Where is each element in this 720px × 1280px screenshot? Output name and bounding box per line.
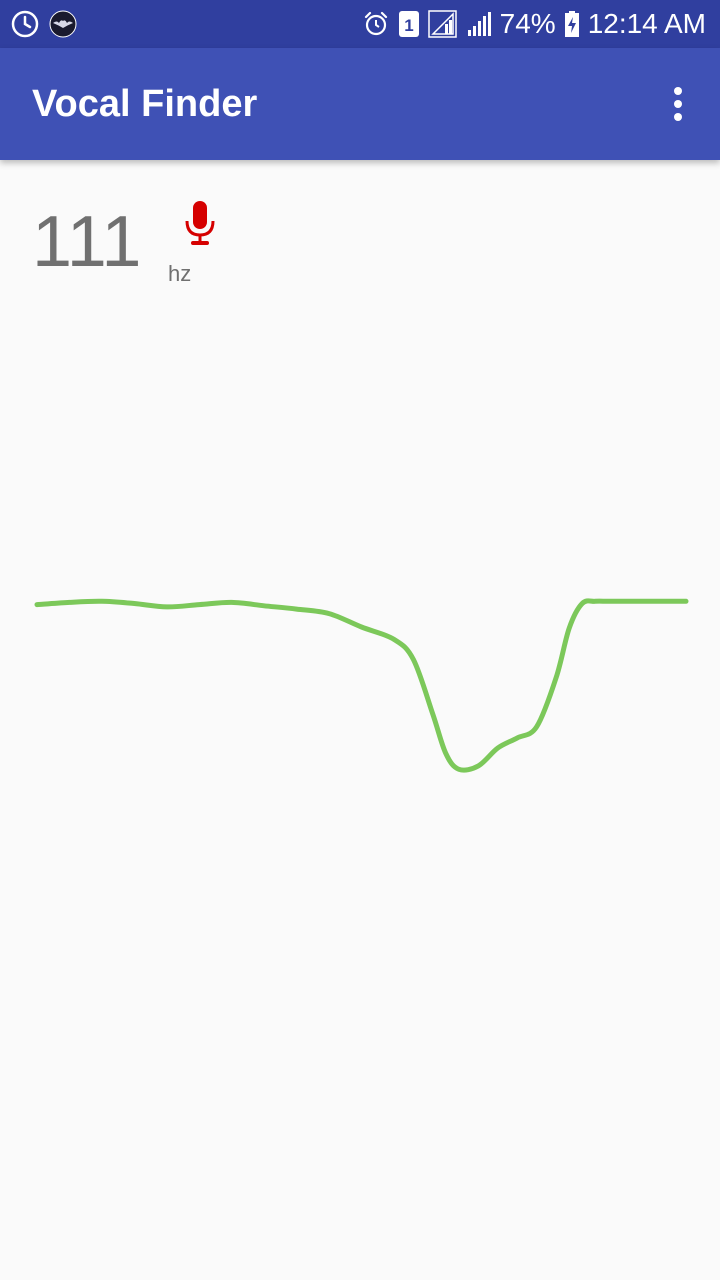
clock-time: 12:14 AM (587, 8, 706, 39)
status-right-icons: 1 74% 12:14 AM (362, 0, 706, 48)
signal-icon (466, 10, 492, 38)
clock-icon (10, 9, 40, 39)
pitch-graph (34, 598, 689, 773)
app-title: Vocal Finder (32, 83, 258, 125)
battery-charging-icon (564, 10, 580, 38)
signal-icon (427, 10, 458, 38)
app-notification-icon (48, 9, 78, 39)
more-vert-icon (672, 86, 684, 122)
status-bar: 1 74% 12:14 AM (0, 0, 720, 48)
overflow-menu-button[interactable] (658, 76, 698, 132)
app-bar: Vocal Finder (0, 48, 720, 160)
status-left-icons (10, 8, 78, 40)
battery-percent: 74% (499, 8, 556, 39)
sim-icon: 1 (398, 10, 420, 38)
alarm-icon (362, 10, 390, 38)
pitch-line (34, 598, 689, 773)
sim-number: 1 (404, 16, 413, 35)
